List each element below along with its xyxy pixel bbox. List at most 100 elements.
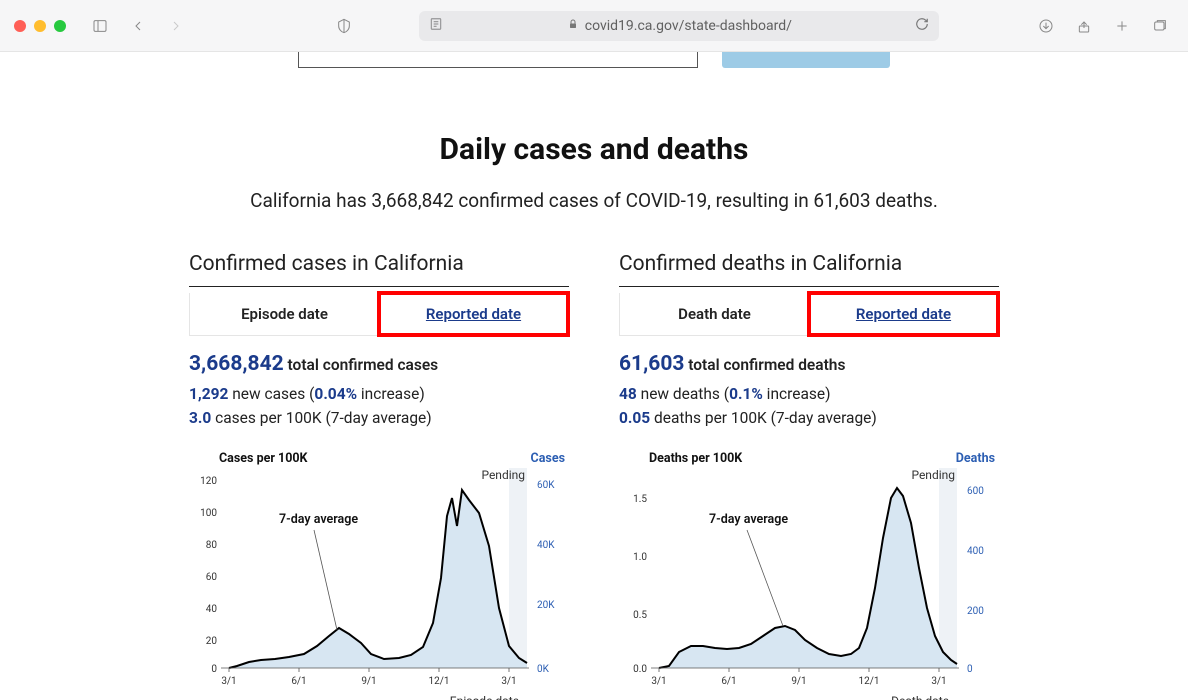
page-subheading: California has 3,668,842 confirmed cases… bbox=[0, 189, 1188, 212]
back-button[interactable] bbox=[124, 12, 152, 40]
close-window-button[interactable] bbox=[14, 20, 26, 32]
deaths-new-suffix: increase) bbox=[763, 385, 831, 403]
svg-text:6/1: 6/1 bbox=[721, 676, 736, 687]
deaths-chart[interactable]: Pending 7-day average 1.5 1.0 0.5 0.0 60… bbox=[619, 468, 999, 688]
deaths-column: Confirmed deaths in California Death dat… bbox=[619, 252, 999, 700]
tab-reported-date-deaths[interactable]: Reported date bbox=[809, 293, 998, 335]
privacy-shield-icon[interactable] bbox=[330, 12, 358, 40]
deaths-new-row: 48 new deaths (0.1% increase) bbox=[619, 382, 999, 407]
address-bar[interactable]: covid19.ca.gov/state-dashboard/ bbox=[419, 11, 939, 41]
cases-new-suffix: increase) bbox=[357, 385, 425, 403]
tab-reported-date[interactable]: Reported date bbox=[379, 293, 568, 335]
reload-button[interactable] bbox=[915, 17, 929, 35]
svg-text:1.5: 1.5 bbox=[633, 494, 647, 505]
downloads-icon[interactable] bbox=[1032, 12, 1060, 40]
avg-annotation-deaths: 7-day average bbox=[709, 512, 788, 527]
deaths-title: Confirmed deaths in California bbox=[619, 252, 999, 287]
browser-toolbar: covid19.ca.gov/state-dashboard/ bbox=[0, 0, 1188, 52]
maximize-window-button[interactable] bbox=[54, 20, 66, 32]
cases-total-row: 3,668,842 total confirmed cases bbox=[189, 348, 569, 382]
tab-overview-icon[interactable] bbox=[1146, 12, 1174, 40]
svg-text:9/1: 9/1 bbox=[361, 676, 376, 687]
cases-xaxis-label: Episode date bbox=[189, 688, 569, 700]
svg-text:12/1: 12/1 bbox=[859, 676, 880, 687]
get-data-button[interactable] bbox=[722, 52, 890, 68]
cases-total-number: 3,668,842 bbox=[189, 352, 284, 376]
cases-chart-container: Cases per 100K Cases Pending 7-day avera… bbox=[189, 451, 569, 700]
cases-total-label: total confirmed cases bbox=[284, 356, 438, 374]
page-title: Daily cases and deaths bbox=[0, 132, 1188, 167]
svg-text:80: 80 bbox=[206, 540, 218, 551]
svg-text:1.0: 1.0 bbox=[633, 552, 647, 563]
tab-episode-date[interactable]: Episode date bbox=[190, 293, 379, 335]
cases-per100k-label: cases per 100K (7-day average) bbox=[211, 409, 431, 427]
cases-chart-right-label: Cases bbox=[531, 451, 565, 466]
cases-per100k-number: 3.0 bbox=[189, 409, 211, 427]
svg-text:3/1: 3/1 bbox=[651, 676, 666, 687]
svg-text:60: 60 bbox=[206, 572, 218, 583]
deaths-chart-container: Deaths per 100K Deaths Pending 7-day ave… bbox=[619, 451, 999, 700]
svg-text:3/1: 3/1 bbox=[931, 676, 946, 687]
cases-chart[interactable]: Pending 7-day average 120 100 80 60 40 2… bbox=[189, 468, 569, 688]
cases-title: Confirmed cases in California bbox=[189, 252, 569, 287]
lock-icon bbox=[567, 18, 579, 34]
deaths-new-number: 48 bbox=[619, 385, 637, 403]
svg-text:200: 200 bbox=[967, 606, 984, 617]
new-tab-icon[interactable] bbox=[1108, 12, 1136, 40]
pending-label-deaths: Pending bbox=[911, 468, 955, 482]
cases-chart-left-label: Cases per 100K bbox=[219, 451, 308, 466]
cases-per100k-row: 3.0 cases per 100K (7-day average) bbox=[189, 406, 569, 431]
deaths-chart-right-label: Deaths bbox=[956, 451, 995, 466]
svg-text:20K: 20K bbox=[537, 600, 555, 611]
window-controls bbox=[14, 20, 66, 32]
deaths-new-pct: 0.1% bbox=[729, 385, 763, 403]
deaths-xaxis-label: Death date bbox=[619, 688, 999, 700]
svg-text:3/1: 3/1 bbox=[501, 676, 516, 687]
deaths-total-number: 61,603 bbox=[619, 352, 684, 376]
page-content: Daily cases and deaths California has 3,… bbox=[0, 52, 1188, 700]
share-icon[interactable] bbox=[1070, 12, 1098, 40]
cases-new-number: 1,292 bbox=[189, 385, 228, 403]
svg-text:0: 0 bbox=[967, 664, 973, 675]
svg-text:120: 120 bbox=[200, 476, 217, 487]
deaths-new-label: new deaths ( bbox=[637, 385, 729, 403]
forward-button[interactable] bbox=[162, 12, 190, 40]
svg-text:100: 100 bbox=[200, 508, 217, 519]
tab-death-date[interactable]: Death date bbox=[620, 293, 809, 335]
svg-text:12/1: 12/1 bbox=[429, 676, 450, 687]
deaths-per100k-row: 0.05 deaths per 100K (7-day average) bbox=[619, 406, 999, 431]
cases-new-pct: 0.04% bbox=[314, 385, 357, 403]
cases-tabs: Episode date Reported date bbox=[189, 293, 569, 336]
deaths-chart-left-label: Deaths per 100K bbox=[649, 451, 742, 466]
county-select[interactable] bbox=[298, 52, 698, 68]
svg-text:400: 400 bbox=[967, 546, 984, 557]
deaths-per100k-label: deaths per 100K (7-day average) bbox=[650, 409, 877, 427]
url-text: covid19.ca.gov/state-dashboard/ bbox=[585, 18, 792, 34]
deaths-total-label: total confirmed deaths bbox=[684, 356, 845, 374]
svg-text:40: 40 bbox=[206, 604, 218, 615]
svg-text:40K: 40K bbox=[537, 540, 555, 551]
minimize-window-button[interactable] bbox=[34, 20, 46, 32]
deaths-tabs: Death date Reported date bbox=[619, 293, 999, 336]
deaths-total-row: 61,603 total confirmed deaths bbox=[619, 348, 999, 382]
cases-new-label: new cases ( bbox=[228, 385, 314, 403]
svg-text:3/1: 3/1 bbox=[221, 676, 236, 687]
pending-label: Pending bbox=[481, 468, 525, 482]
svg-text:0.0: 0.0 bbox=[633, 664, 647, 675]
svg-text:60K: 60K bbox=[537, 480, 555, 491]
svg-text:6/1: 6/1 bbox=[291, 676, 306, 687]
deaths-per100k-number: 0.05 bbox=[619, 409, 650, 427]
svg-text:0K: 0K bbox=[537, 664, 550, 675]
cases-column: Confirmed cases in California Episode da… bbox=[189, 252, 569, 700]
cases-stats: 3,668,842 total confirmed cases 1,292 ne… bbox=[189, 348, 569, 431]
filter-row-stub bbox=[0, 52, 1188, 68]
deaths-stats: 61,603 total confirmed deaths 48 new dea… bbox=[619, 348, 999, 431]
sidebar-toggle-icon[interactable] bbox=[86, 12, 114, 40]
svg-text:0: 0 bbox=[211, 664, 217, 675]
avg-annotation: 7-day average bbox=[279, 512, 358, 527]
svg-text:9/1: 9/1 bbox=[791, 676, 806, 687]
svg-text:600: 600 bbox=[967, 486, 984, 497]
reader-mode-icon[interactable] bbox=[429, 17, 443, 35]
cases-new-row: 1,292 new cases (0.04% increase) bbox=[189, 382, 569, 407]
svg-text:0.5: 0.5 bbox=[633, 610, 647, 621]
